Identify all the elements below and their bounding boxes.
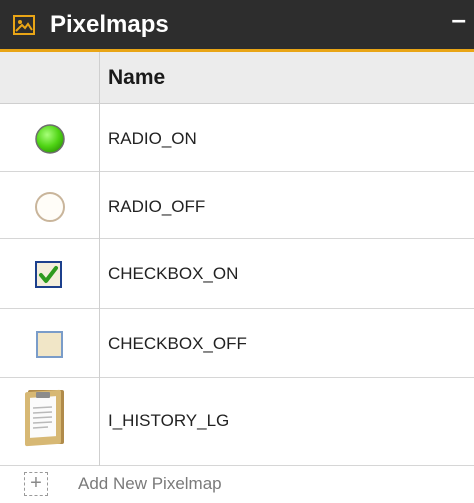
row-label: CHECKBOX_ON [108,264,239,283]
row-label: RADIO_ON [108,129,197,148]
table-row[interactable]: CHECKBOX_ON [0,239,474,309]
row-label: CHECKBOX_OFF [108,334,247,353]
column-header-name[interactable]: Name [108,66,165,90]
panel-header: Pixelmaps – [0,0,474,52]
checkbox-off-icon [0,309,99,377]
clipboard-history-icon [0,378,99,465]
table-row[interactable]: I_HISTORY_LG [0,378,474,466]
radio-on-icon [0,104,99,171]
table-row[interactable]: RADIO_OFF [0,172,474,239]
pixelmaps-panel: Pixelmaps – Name RADIO_ON RADIO_OFF CHEC… [0,0,474,503]
add-icon: + [24,472,48,496]
add-pixelmap-label: Add New Pixelmap [78,474,222,493]
checkbox-on-icon [0,239,99,308]
panel-title: Pixelmaps [50,11,169,38]
row-label: RADIO_OFF [108,197,206,216]
row-label: I_HISTORY_LG [108,411,230,430]
table-row[interactable]: CHECKBOX_OFF [0,309,474,378]
table-footer: + Add New Pixelmap [0,466,474,503]
table-row[interactable]: RADIO_ON [0,104,474,172]
table-header: Name [0,52,474,104]
image-icon [13,15,35,35]
minimize-button[interactable]: – [452,4,466,35]
add-pixelmap-button[interactable]: + Add New Pixelmap [24,472,444,498]
radio-off-icon [0,172,99,238]
column-divider [99,52,100,466]
